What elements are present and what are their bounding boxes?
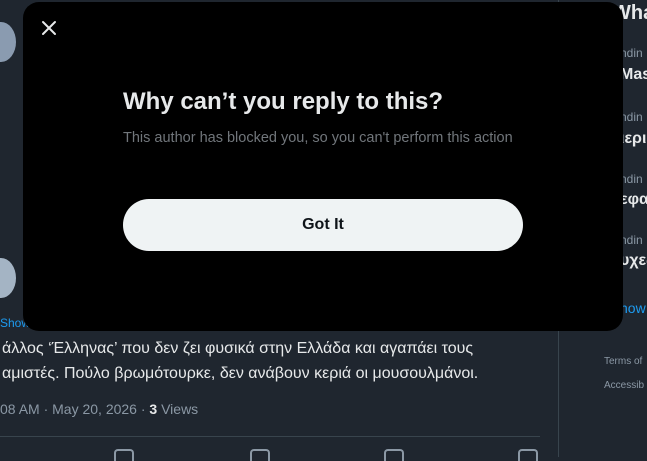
like-icon[interactable] [250, 449, 270, 461]
close-icon [42, 21, 56, 35]
tweet-text-line: άλλος ‘Έλληνας’ που δεν ζει φυσικά στην … [2, 340, 474, 357]
reply-blocked-dialog: Why can’t you reply to this? This author… [23, 2, 623, 331]
tweet-timestamp[interactable]: 08 AM · May 20, 2026 · [0, 401, 149, 417]
avatar[interactable] [0, 258, 16, 298]
dialog-title: Why can’t you reply to this? [123, 88, 444, 115]
trend-category: ndin [620, 110, 643, 124]
trend-title[interactable]: εφα [620, 191, 647, 209]
close-button[interactable] [37, 16, 61, 40]
dialog-description: This author has blocked you, so you can'… [123, 130, 513, 146]
footer-link-terms[interactable]: Terms of [604, 356, 642, 367]
trend-title[interactable]: Mast [620, 66, 647, 84]
trend-category: ndin [620, 172, 643, 186]
trend-title[interactable]: ιερι [620, 130, 646, 148]
views-label: Views [157, 401, 199, 417]
footer-link-accessibility[interactable]: Accessib [604, 380, 644, 391]
divider [0, 436, 540, 437]
avatar[interactable] [0, 22, 16, 62]
show-more-link[interactable]: how [620, 300, 646, 316]
tweet-text-line: αμιστές. Πούλο βρωμότουρκε, δεν ανάβουν … [2, 365, 479, 382]
retweet-icon[interactable] [114, 449, 134, 461]
share-icon[interactable] [518, 449, 538, 461]
trend-category: ndin [620, 46, 643, 60]
trend-category: ndin [620, 233, 643, 247]
bookmark-icon[interactable] [384, 449, 404, 461]
got-it-button[interactable]: Got It [123, 199, 523, 251]
trend-title[interactable]: υχες [620, 252, 647, 270]
tweet-meta: 08 AM · May 20, 2026 · 3 Views [0, 401, 198, 417]
